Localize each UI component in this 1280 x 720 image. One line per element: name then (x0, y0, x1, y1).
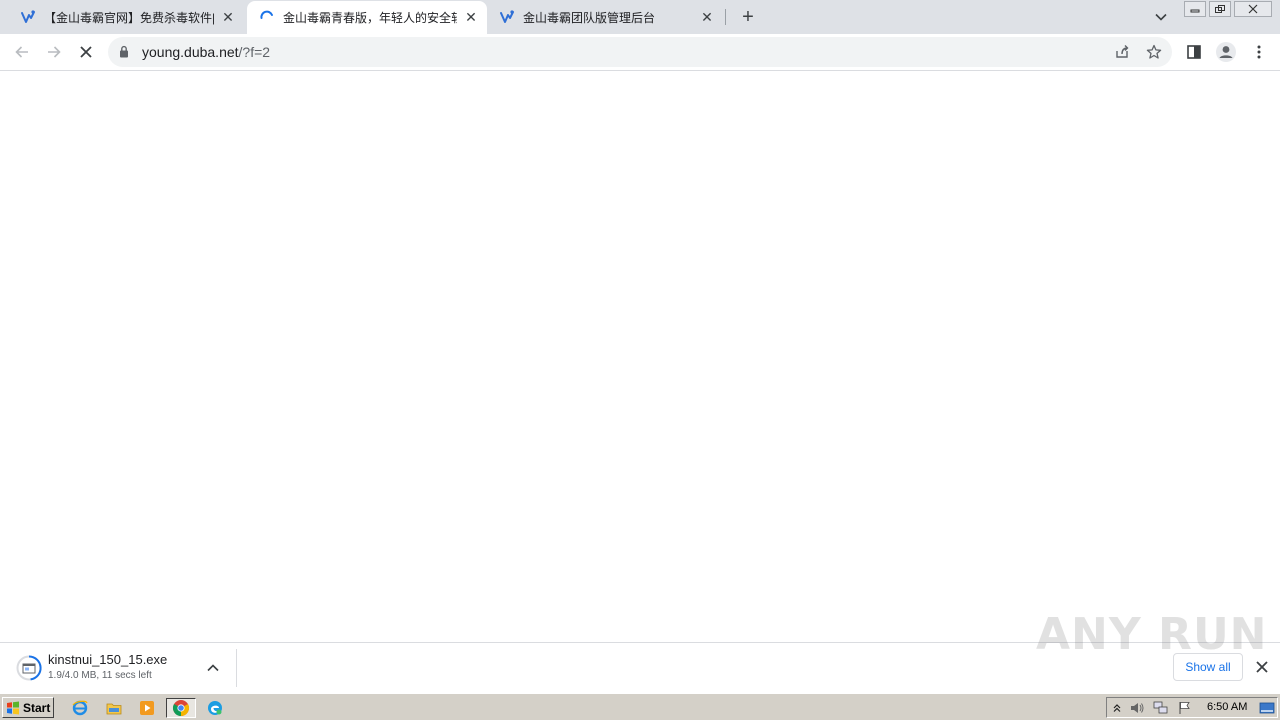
lock-icon (119, 45, 129, 63)
plus-icon: + (742, 5, 754, 28)
tab-duba-young[interactable]: 金山毒霸青春版，年轻人的安全软件 ✕ (247, 1, 487, 34)
explorer-quicklaunch[interactable] (103, 698, 125, 718)
duba-logo-icon (499, 9, 515, 25)
windows-logo-icon (7, 701, 19, 714)
browser-menu-button[interactable] (1245, 38, 1273, 66)
forward-button[interactable] (40, 38, 68, 66)
url-text: young.duba.net/?f=2 (142, 44, 270, 60)
share-icon[interactable] (1112, 42, 1132, 62)
shelf-close-button[interactable] (1252, 657, 1272, 677)
download-status: 1.9/4.0 MB, 11 secs left (48, 670, 152, 681)
tab-duba-official[interactable]: 【金山毒霸官网】免费杀毒软件|电脑杀毒 ✕ (8, 0, 244, 34)
minimize-icon (1190, 9, 1200, 13)
download-shelf: kinstnui_150_15.exe 1.9/4.0 MB, 11 secs … (0, 609, 1280, 693)
restore-icon (1215, 5, 1225, 13)
volume-icon[interactable] (1129, 701, 1145, 715)
loading-spinner-icon (259, 10, 275, 26)
close-icon (1248, 4, 1258, 14)
arrow-right-icon (48, 46, 61, 58)
ie-quicklaunch[interactable] (69, 698, 91, 718)
chevron-down-icon (1155, 13, 1167, 21)
restore-button[interactable] (1209, 1, 1231, 17)
download-progress-icon (16, 655, 42, 681)
tab-title: 金山毒霸团队版管理后台 (523, 10, 656, 25)
tab-close-icon[interactable]: ✕ (699, 9, 715, 25)
show-desktop-icon[interactable] (1259, 701, 1275, 715)
stop-icon (80, 46, 92, 58)
chrome-taskbar-button[interactable] (166, 698, 196, 718)
show-hidden-icons-icon[interactable] (1109, 701, 1125, 715)
tab-title: 【金山毒霸官网】免费杀毒软件|电脑杀毒 (44, 10, 214, 25)
clock: 6:50 AM (1207, 701, 1248, 713)
media-player-icon (140, 701, 154, 715)
address-bar[interactable]: young.duba.net/?f=2 (108, 37, 1172, 67)
side-panel-icon (1187, 45, 1201, 59)
side-panel-button[interactable] (1180, 38, 1208, 66)
close-icon (1256, 661, 1268, 673)
tab-close-icon[interactable]: ✕ (220, 9, 236, 25)
network-icon[interactable] (1153, 701, 1169, 715)
show-all-button[interactable]: Show all (1173, 653, 1243, 681)
url-path: /?f=2 (238, 44, 271, 60)
chevron-up-icon (207, 664, 219, 672)
profile-button[interactable] (1212, 38, 1240, 66)
tab-separator (725, 9, 726, 25)
tab-strip: 【金山毒霸官网】免费杀毒软件|电脑杀毒 ✕ 金山毒霸青春版，年轻人的安全软件 ✕… (0, 0, 1280, 34)
download-filename: kinstnui_150_15.exe (48, 652, 168, 667)
stop-loading-button[interactable] (72, 38, 100, 66)
minimize-button[interactable] (1184, 1, 1206, 17)
url-host: young.duba.net (142, 44, 239, 60)
new-tab-button[interactable]: + (736, 5, 760, 29)
start-button[interactable]: Start (2, 697, 54, 718)
back-button[interactable] (8, 38, 36, 66)
browser-toolbar: young.duba.net/?f=2 (0, 34, 1280, 71)
download-menu-button[interactable] (203, 658, 223, 678)
system-tray: 6:50 AM (1106, 697, 1278, 718)
start-label: Start (23, 700, 51, 715)
tab-title: 金山毒霸青春版，年轻人的安全软件 (283, 11, 457, 25)
media-player-quicklaunch[interactable] (136, 698, 158, 718)
window-close-button[interactable] (1234, 1, 1272, 17)
bookmark-star-icon[interactable] (1144, 42, 1164, 62)
internet-explorer-icon (72, 700, 88, 716)
taskbar: Start 6:50 AM (0, 693, 1280, 720)
chrome-icon (172, 700, 190, 716)
tab-close-icon[interactable]: ✕ (463, 9, 479, 26)
page-content (0, 72, 1280, 642)
duba-logo-icon (20, 9, 36, 25)
tab-duba-team[interactable]: 金山毒霸团队版管理后台 ✕ (487, 0, 723, 34)
action-center-flag-icon[interactable] (1177, 701, 1193, 715)
edge-icon (208, 701, 222, 715)
avatar-icon (1216, 42, 1236, 62)
more-vert-icon (1257, 45, 1261, 59)
tab-search-button[interactable] (1150, 6, 1172, 28)
divider (236, 649, 237, 687)
edge-quicklaunch[interactable] (204, 698, 226, 718)
download-item[interactable]: kinstnui_150_15.exe 1.9/4.0 MB, 11 secs … (0, 643, 236, 693)
folder-icon (106, 703, 122, 715)
arrow-left-icon (15, 46, 28, 58)
